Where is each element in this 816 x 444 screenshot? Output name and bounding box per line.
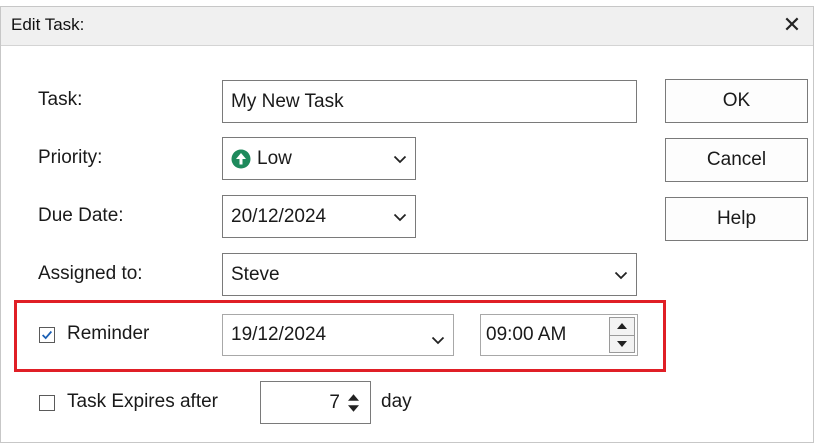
chevron-down-icon bbox=[423, 320, 453, 360]
up-arrow-circle-icon bbox=[231, 149, 251, 169]
due-date-value: 20/12/2024 bbox=[231, 205, 327, 227]
spin-up-button[interactable] bbox=[609, 317, 635, 336]
reminder-time-spinner[interactable]: 09:00 AM bbox=[480, 314, 638, 356]
chevron-down-icon bbox=[606, 254, 636, 295]
title-bar: Edit Task: ✕ bbox=[1, 7, 813, 46]
cancel-button[interactable]: Cancel bbox=[665, 138, 808, 182]
reminder-date-value: 19/12/2024 bbox=[231, 324, 327, 345]
reminder-label: Reminder bbox=[67, 323, 150, 344]
assigned-to-label: Assigned to: bbox=[38, 263, 143, 284]
chevron-down-icon bbox=[385, 138, 415, 179]
task-label: Task: bbox=[38, 89, 83, 110]
assigned-to-value: Steve bbox=[231, 263, 280, 285]
ok-button[interactable]: OK bbox=[665, 79, 808, 123]
task-input[interactable]: My New Task bbox=[222, 80, 637, 123]
close-icon: ✕ bbox=[782, 12, 802, 37]
edit-task-dialog: Edit Task: ✕ Task: My New Task Priority:… bbox=[0, 6, 814, 443]
task-input-value: My New Task bbox=[231, 90, 344, 112]
caret-up-icon[interactable] bbox=[348, 393, 359, 401]
due-date-picker[interactable]: 20/12/2024 bbox=[222, 195, 416, 238]
caret-down-icon bbox=[617, 340, 627, 347]
priority-dropdown[interactable]: Low bbox=[222, 137, 416, 180]
reminder-date-picker[interactable]: 19/12/2024 bbox=[222, 314, 454, 356]
due-date-label: Due Date: bbox=[38, 205, 124, 226]
close-button[interactable]: ✕ bbox=[775, 9, 809, 41]
caret-up-icon bbox=[617, 323, 627, 330]
checkmark-icon bbox=[42, 330, 53, 340]
window-title: Edit Task: bbox=[11, 15, 85, 34]
cancel-button-label: Cancel bbox=[706, 149, 767, 170]
caret-down-icon[interactable] bbox=[348, 404, 359, 412]
expires-days-value: 7 bbox=[329, 391, 340, 413]
priority-label: Priority: bbox=[38, 147, 103, 168]
chevron-down-icon bbox=[385, 196, 415, 237]
ok-button-label: OK bbox=[722, 90, 751, 111]
task-expires-label: Task Expires after bbox=[67, 391, 218, 412]
days-spin-buttons bbox=[348, 382, 366, 423]
expires-days-spinner[interactable]: 7 bbox=[260, 381, 371, 424]
expires-unit-label: day bbox=[381, 391, 412, 412]
help-button-label: Help bbox=[716, 208, 757, 229]
task-expires-checkbox[interactable] bbox=[39, 395, 55, 411]
time-spin-buttons bbox=[609, 317, 635, 353]
reminder-checkbox[interactable] bbox=[39, 327, 55, 343]
help-button[interactable]: Help bbox=[665, 197, 808, 241]
priority-value: Low bbox=[257, 147, 292, 169]
assigned-to-dropdown[interactable]: Steve bbox=[222, 253, 637, 296]
spin-down-button[interactable] bbox=[609, 335, 635, 353]
